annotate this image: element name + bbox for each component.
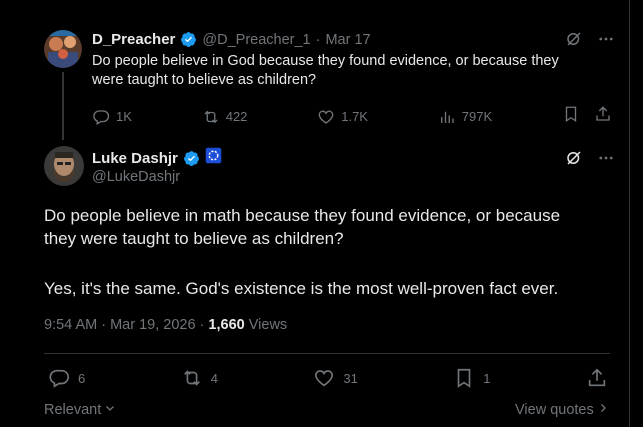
quoted-views-button[interactable]: 797K — [438, 108, 492, 126]
share-icon — [588, 368, 606, 387]
main-bookmark-count: 1 — [483, 370, 491, 386]
main-repost-count: 4 — [210, 370, 218, 386]
quoted-reply-button[interactable]: 1K — [92, 108, 132, 126]
quoted-view-count: 797K — [461, 109, 493, 124]
grok-icon[interactable] — [565, 149, 583, 172]
main-repost-button[interactable]: 4 — [181, 367, 218, 389]
quoted-reply-count: 1K — [116, 109, 132, 124]
quoted-repost-count: 422 — [225, 109, 248, 124]
heart-icon — [318, 110, 334, 124]
scrollbar-track[interactable] — [631, 0, 643, 427]
more-options-icon[interactable] — [597, 149, 615, 172]
main-text-line2: they were taught to believe as children? — [44, 229, 344, 248]
verified-badge-icon[interactable] — [180, 31, 197, 48]
avatar-d-preacher[interactable] — [44, 30, 82, 68]
view-quotes-link[interactable]: View quotes — [515, 402, 609, 418]
thread-connector — [62, 72, 64, 140]
avatar-luke-dashjr[interactable] — [44, 146, 84, 186]
quoted-handle[interactable]: @D_Preacher_1 — [202, 32, 310, 48]
main-reply-button[interactable]: 6 — [48, 367, 85, 389]
main-like-button[interactable]: 31 — [313, 367, 358, 389]
chevron-right-icon — [597, 402, 609, 418]
main-timestamp[interactable]: 9:54 AM · Mar 19, 2026 · — [44, 317, 208, 333]
quoted-date[interactable]: Mar 17 — [325, 32, 370, 48]
main-reply-count: 6 — [78, 370, 86, 386]
main-handle[interactable]: @LukeDashjr — [92, 169, 180, 185]
quoted-text-line2: were taught to believe as children? — [92, 72, 317, 88]
share-icon[interactable] — [594, 105, 612, 128]
main-like-count: 31 — [343, 370, 358, 386]
heart-icon — [315, 370, 334, 387]
bookmark-icon[interactable] — [562, 105, 580, 128]
main-views-label: Views — [244, 317, 288, 333]
main-bookmark-button[interactable]: 1 — [453, 367, 491, 389]
column-border — [629, 0, 630, 427]
reply-icon — [93, 109, 110, 125]
quoted-text-line1: Do people believe in God because they fo… — [92, 53, 559, 69]
quoted-text: Do people believe in God because they fo… — [92, 52, 559, 90]
main-action-bar: 6 4 31 1 — [48, 367, 608, 389]
quoted-action-bar: 1K 422 1.7K 797K — [92, 105, 612, 128]
views-chart-icon — [440, 111, 454, 123]
tweet-thread: D_Preacher @D_Preacher_1 · Mar 17 Do peo… — [0, 0, 630, 427]
quoted-top-actions — [565, 30, 615, 53]
quoted-header: D_Preacher @D_Preacher_1 · Mar 17 — [92, 31, 371, 48]
main-view-count: 1,660 — [208, 317, 245, 333]
main-tweet-text: Do people believe in math because they f… — [44, 204, 560, 300]
divider — [44, 353, 610, 354]
sort-label: Relevant — [44, 402, 102, 418]
main-text-line1: Do people believe in math because they f… — [44, 206, 561, 225]
quoted-display-name[interactable]: D_Preacher — [92, 31, 175, 48]
reply-icon — [49, 369, 69, 388]
view-quotes-label: View quotes — [515, 402, 594, 418]
main-display-name[interactable]: Luke Dashjr — [92, 150, 178, 167]
quoted-extra-actions — [562, 105, 612, 128]
verified-badge-icon[interactable] — [183, 150, 200, 167]
repost-icon — [204, 110, 218, 123]
repost-icon — [183, 370, 200, 386]
chevron-down-icon — [104, 402, 116, 418]
grok-icon[interactable] — [565, 30, 583, 53]
more-options-icon[interactable] — [597, 30, 615, 53]
bookmark-icon — [457, 368, 471, 388]
main-share-button[interactable] — [586, 367, 608, 389]
quoted-like-count: 1.7K — [341, 109, 368, 124]
main-top-actions — [565, 149, 615, 172]
main-text-line3: Yes, it's the same. God's existence is t… — [44, 279, 559, 298]
sort-dropdown[interactable]: Relevant — [44, 402, 116, 418]
main-timestamp-row: 9:54 AM · Mar 19, 2026 · 1,660 Views — [44, 317, 287, 333]
quoted-separator: · — [315, 31, 321, 48]
main-header: Luke Dashjr — [92, 147, 222, 169]
quoted-repost-button[interactable]: 422 — [202, 108, 248, 126]
quoted-like-button[interactable]: 1.7K — [317, 108, 368, 126]
affiliate-badge-icon[interactable] — [205, 147, 222, 169]
